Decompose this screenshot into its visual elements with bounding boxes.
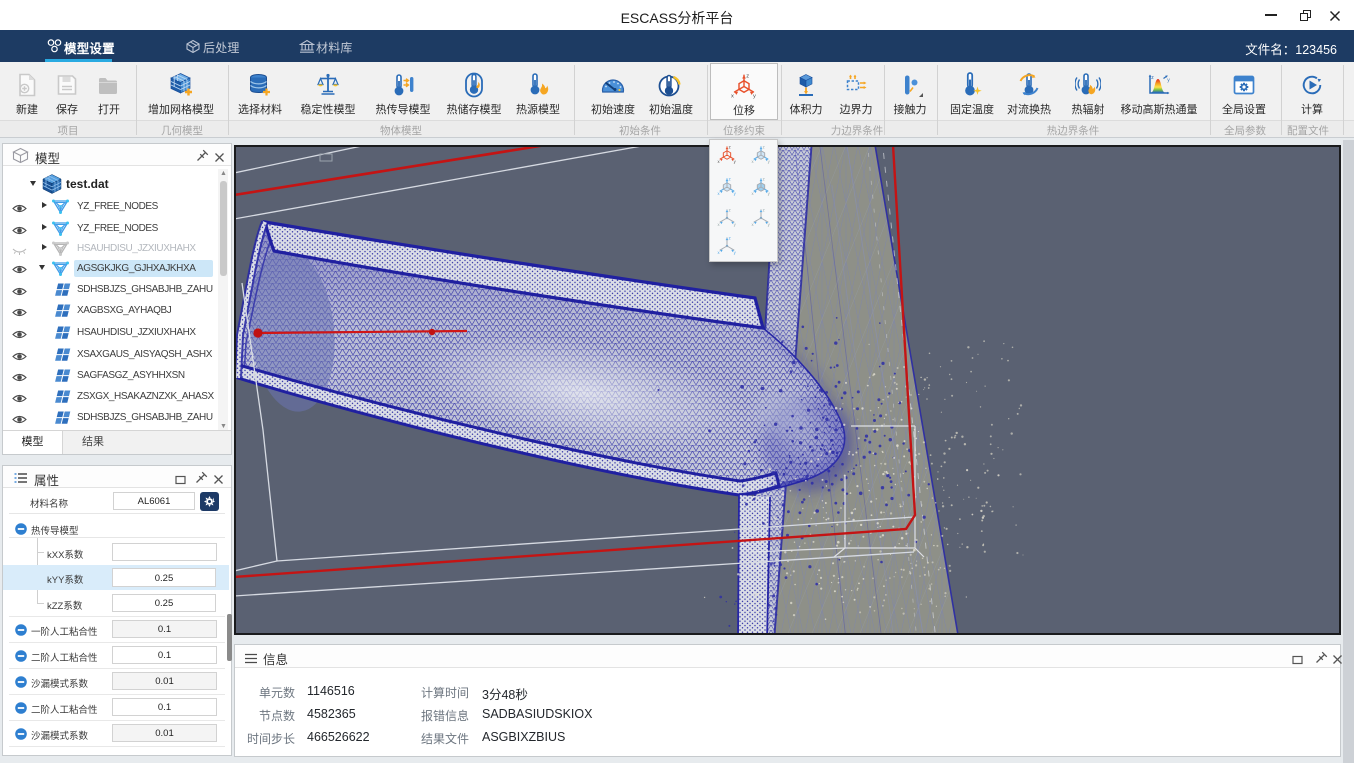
svg-text:y: y — [768, 222, 771, 227]
svg-text:z: z — [763, 144, 765, 149]
svg-text:x: x — [717, 191, 720, 196]
svg-text:y: y — [768, 191, 771, 196]
svg-text:z: z — [1151, 75, 1154, 81]
svg-text:x: x — [751, 222, 754, 227]
svg-text:x: x — [717, 250, 720, 255]
svg-text:z: z — [729, 235, 731, 240]
svg-text:z: z — [729, 176, 731, 181]
svg-text:z: z — [729, 144, 731, 149]
svg-text:y: y — [734, 191, 737, 196]
svg-text:y: y — [734, 250, 737, 255]
svg-text:x: x — [751, 159, 754, 164]
svg-text:y: y — [1167, 77, 1170, 83]
svg-text:z: z — [729, 207, 731, 212]
svg-text:x: x — [731, 94, 734, 100]
svg-text:z: z — [746, 74, 749, 80]
svg-text:x: x — [717, 222, 720, 227]
svg-text:y: y — [753, 94, 756, 100]
svg-text:z: z — [763, 176, 765, 181]
svg-text:x: x — [751, 191, 754, 196]
svg-text:y: y — [734, 222, 737, 227]
svg-text:y: y — [768, 159, 771, 164]
svg-text:y: y — [734, 159, 737, 164]
svg-text:z: z — [763, 207, 765, 212]
svg-text:x: x — [717, 159, 720, 164]
